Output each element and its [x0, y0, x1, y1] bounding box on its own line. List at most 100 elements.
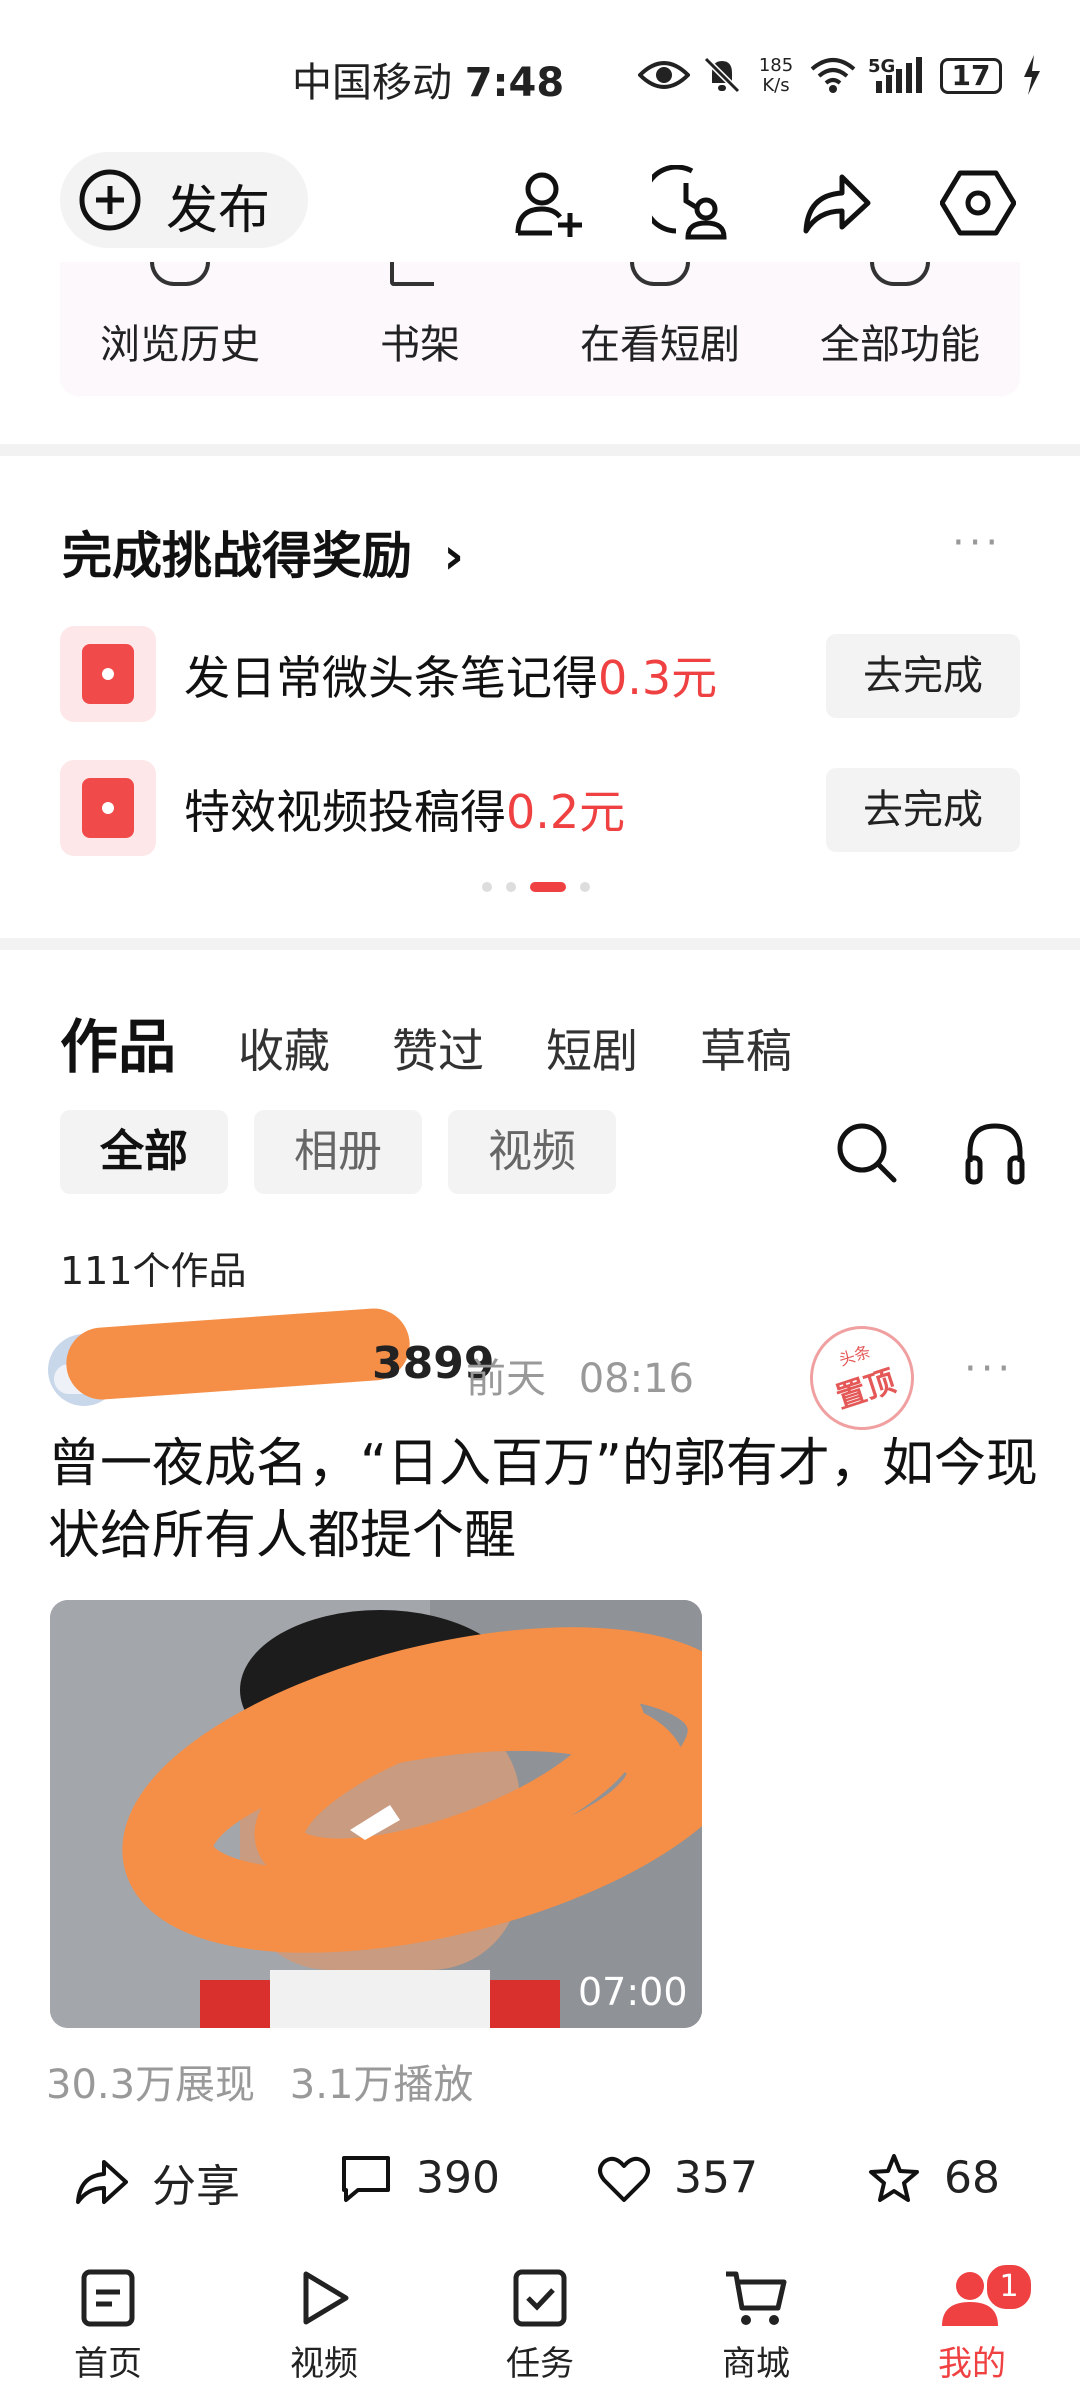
- tab-drafts[interactable]: 草稿: [700, 1015, 792, 1081]
- nav-home-label: 首页: [74, 2344, 142, 2384]
- section-divider: [0, 938, 1080, 950]
- comment-action[interactable]: 390: [338, 2150, 500, 2230]
- short-drama-icon: [630, 262, 690, 286]
- post-actions: 分享 390 357 68: [0, 2150, 1080, 2230]
- charging-icon: [1024, 55, 1040, 95]
- go-complete-button[interactable]: 去完成: [826, 634, 1020, 718]
- star-icon: [869, 2154, 919, 2202]
- visitor-icon[interactable]: [652, 165, 728, 241]
- task-label: 发日常微头条笔记得: [184, 651, 598, 705]
- like-action[interactable]: 357: [596, 2150, 758, 2230]
- plays-count: 3.1万播放: [289, 2062, 474, 2108]
- post-time: 前天 08:16: [466, 1346, 694, 1404]
- task-row: 特效视频投稿得0.2元 去完成: [60, 756, 1020, 856]
- chip-album[interactable]: 相册: [254, 1110, 422, 1194]
- post-time-value: 08:16: [578, 1356, 694, 1402]
- status-bar: 中国移动 7:48 185 K/s 5G 17: [0, 0, 1080, 150]
- all-functions-icon: [870, 262, 930, 286]
- challenge-title[interactable]: 完成挑战得奖励 ›: [62, 516, 464, 588]
- task-amount: 0.2元: [506, 785, 626, 839]
- carrier-label: 中国移动: [292, 60, 452, 106]
- quick-item-bookshelf[interactable]: 书架: [300, 312, 540, 370]
- task-text: 发日常微头条笔记得0.3元: [184, 642, 717, 708]
- video-duration: 07:00: [578, 1970, 688, 2014]
- battery-icon: 17: [940, 58, 1002, 94]
- video-thumbnail[interactable]: [50, 1600, 702, 2028]
- carousel-indicator: [482, 882, 604, 892]
- nav-me[interactable]: 我的 1: [902, 2262, 1042, 2385]
- carousel-dot: [580, 882, 590, 892]
- clock: 7:48: [464, 60, 565, 106]
- nav-tasks-label: 任务: [506, 2344, 574, 2384]
- headphones-icon[interactable]: [962, 1118, 1028, 1186]
- tab-short-drama[interactable]: 短剧: [546, 1015, 638, 1081]
- eye-icon: [638, 61, 690, 89]
- add-friend-icon[interactable]: [512, 165, 588, 241]
- impressions-count: 30.3万展现: [46, 2062, 256, 2108]
- bottom-nav: 首页 视频 任务 商城 我的 1: [0, 2240, 1080, 2400]
- search-icon[interactable]: [834, 1120, 900, 1186]
- nav-home[interactable]: 首页: [38, 2268, 178, 2385]
- tab-liked[interactable]: 赞过: [392, 1015, 484, 1081]
- quick-item-history[interactable]: 浏览历史: [60, 312, 300, 370]
- works-count: 111个作品: [60, 1249, 247, 1293]
- notification-badge: 1: [984, 2262, 1034, 2312]
- carousel-dot-active: [530, 882, 566, 892]
- nav-mall-label: 商城: [722, 2344, 790, 2384]
- share-icon[interactable]: [798, 165, 874, 241]
- settings-icon[interactable]: [940, 165, 1016, 241]
- carrier-time: 中国移动 7:48: [292, 50, 564, 108]
- network-speed: 185 K/s: [752, 56, 800, 96]
- task-text: 特效视频投稿得0.2元: [184, 776, 625, 842]
- share-action[interactable]: 分享: [74, 2150, 240, 2230]
- task-checkbox-icon: [513, 2269, 567, 2327]
- post-more-button[interactable]: ···: [964, 1346, 1014, 1392]
- heart-icon: [598, 2156, 650, 2202]
- challenge-title-text: 完成挑战得奖励: [62, 527, 412, 585]
- history-icon: [150, 262, 210, 286]
- home-icon: [81, 2269, 135, 2327]
- like-count: 357: [674, 2152, 758, 2204]
- chevron-right-icon: ›: [443, 527, 465, 585]
- red-envelope-icon: [60, 626, 156, 722]
- nav-mall[interactable]: 商城: [686, 2268, 826, 2385]
- thumbnail-image: [50, 1600, 702, 2028]
- chip-all[interactable]: 全部: [60, 1110, 228, 1194]
- chip-video[interactable]: 视频: [448, 1110, 616, 1194]
- carousel-dot: [482, 882, 492, 892]
- plus-circle-icon: [79, 169, 141, 231]
- carousel-dot: [506, 882, 516, 892]
- quick-item-all-functions[interactable]: 全部功能: [780, 312, 1020, 370]
- share-icon: [76, 2160, 128, 2204]
- task-row: 发日常微头条笔记得0.3元 去完成: [60, 622, 1020, 722]
- tab-favorites[interactable]: 收藏: [238, 1015, 330, 1081]
- tab-works[interactable]: 作品: [60, 1000, 176, 1084]
- content-tabs: 作品 收藏 赞过 短剧 草稿: [60, 1000, 854, 1084]
- bell-muted-icon: [703, 56, 741, 94]
- publish-label: 发布: [166, 181, 271, 241]
- nav-video-label: 视频: [290, 2344, 358, 2384]
- nav-me-label: 我的: [938, 2344, 1006, 2384]
- play-icon: [303, 2271, 349, 2325]
- comment-icon: [342, 2156, 390, 2202]
- quick-functions: 浏览历史 书架 在看短剧 全部功能: [60, 262, 1020, 396]
- speed-value: 185: [758, 55, 794, 76]
- quick-item-short-drama[interactable]: 在看短剧: [540, 312, 780, 370]
- section-divider: [0, 444, 1080, 456]
- comment-count: 390: [416, 2152, 500, 2204]
- redaction-scribble: [63, 1306, 413, 1402]
- post-stats: 30.3万展现 3.1万播放: [46, 2052, 473, 2110]
- favorite-action[interactable]: 68: [866, 2150, 1000, 2230]
- bookshelf-icon: [390, 262, 434, 286]
- nav-video[interactable]: 视频: [254, 2268, 394, 2385]
- post-title[interactable]: 曾一夜成名，“日入百万”的郭有才，如今现状给所有人都提个醒: [48, 1428, 1038, 1572]
- task-label: 特效视频投稿得: [184, 785, 506, 839]
- nav-tasks[interactable]: 任务: [470, 2268, 610, 2385]
- go-complete-button[interactable]: 去完成: [826, 768, 1020, 852]
- signal-icon: [876, 57, 922, 93]
- favorite-count: 68: [944, 2152, 1000, 2204]
- speed-unit: K/s: [762, 75, 790, 96]
- publish-button[interactable]: 发布: [60, 152, 308, 248]
- challenge-more-button[interactable]: ···: [952, 520, 1002, 566]
- share-label: 分享: [152, 2161, 240, 2212]
